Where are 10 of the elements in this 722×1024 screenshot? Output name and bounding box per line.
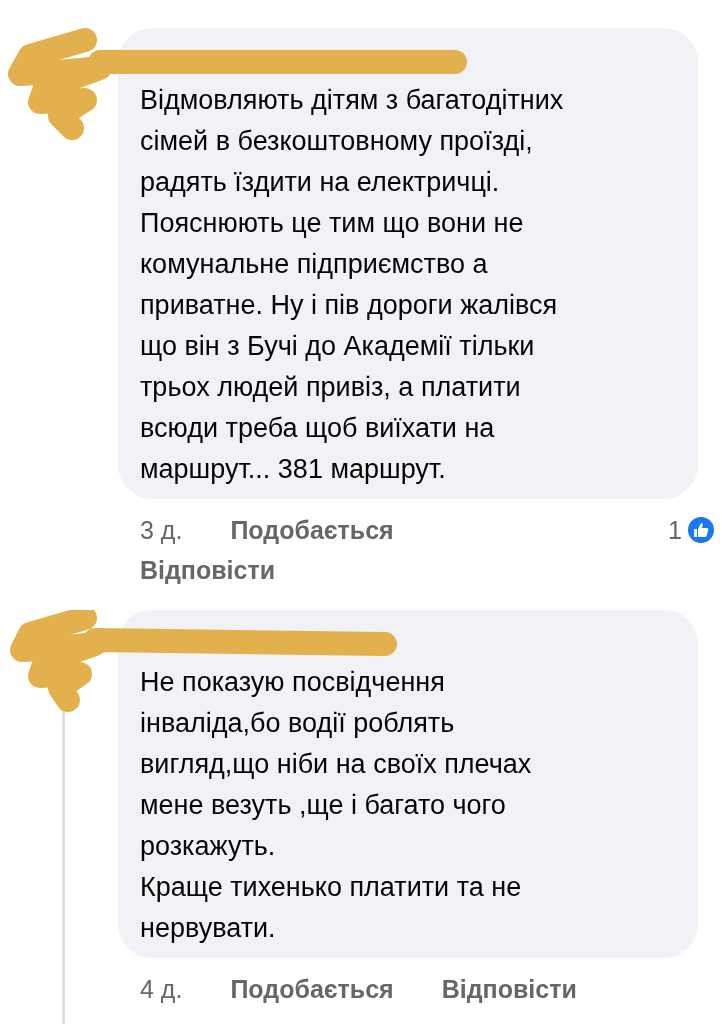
- reply-link[interactable]: Відповісти: [140, 553, 276, 587]
- comment-text: Відмовляють дітям з багатодітних сімей в безкоштовному проїзді, радять їздити на електричці. Пояснюють це тим що вони не комунальне підприємство а приватне. Ну і пів дороги жалівся що він з Бучі до Академії тільки трьох людей привіз, а платити всюди треба щоб виїхати на маршрут... 381 маршрут.: [140, 84, 565, 486]
- reply-link[interactable]: Відповісти: [441, 972, 577, 1006]
- comment-text: Не показую посвідчення інваліда,бо водії роблять вигляд,що ніби на своїх плечах мене везуть ,ще і багато чого розкажуть. Краще тихенько платити та не нервувати.: [140, 666, 533, 945]
- comment-time[interactable]: 3 д.: [140, 513, 183, 547]
- comment-time[interactable]: 4 д.: [140, 972, 183, 1006]
- like-link[interactable]: Подобається: [230, 972, 394, 1006]
- like-link[interactable]: Подобається: [230, 513, 394, 547]
- reaction-count[interactable]: 1: [668, 513, 682, 547]
- like-icon: [686, 515, 716, 545]
